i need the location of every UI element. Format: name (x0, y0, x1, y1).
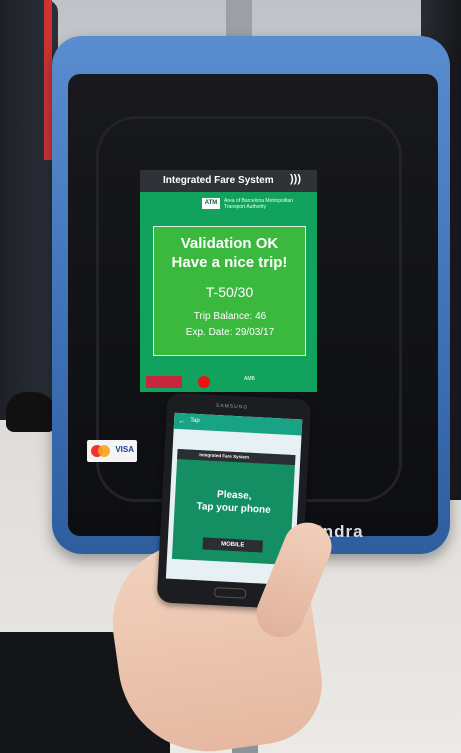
validation-result-box: Validation OK Have a nice trip! T-50/30 … (153, 226, 306, 356)
amb-logo: AMB (244, 376, 255, 382)
authority-name: Area of Barcelona Metropolitan Transport… (224, 198, 293, 210)
sponsor-logo (146, 376, 182, 388)
trip-balance: Trip Balance: 46 (193, 311, 267, 322)
lanyard (44, 0, 52, 160)
nfc-icon: ))) (290, 173, 301, 185)
tap-panel: Integrated Fare System Please, Tap your … (171, 448, 296, 566)
photo-scene: Indra VISA Integrated Fare System ))) AT… (0, 0, 461, 753)
app-bar: ← Tap (173, 412, 303, 436)
home-button[interactable] (213, 587, 247, 599)
phone-brand: SAMSUNG (215, 402, 249, 411)
back-arrow-icon[interactable]: ← (178, 416, 186, 425)
phone-panel-header: Integrated Fare System (177, 448, 296, 466)
ticket-type: T-50/30 (205, 284, 254, 300)
payment-card-logo: VISA (87, 440, 137, 462)
mobile-label: MOBILE (202, 537, 263, 553)
footer-logos: AMB (146, 376, 311, 390)
phone-panel-title: Integrated Fare System (199, 452, 250, 460)
screen-header-title: Integrated Fare System (163, 175, 274, 186)
greeting-message: Have a nice trip! (171, 254, 288, 271)
screen-header: Integrated Fare System ))) (140, 170, 317, 192)
validation-message: Validation OK (180, 235, 279, 252)
emblem-icon (198, 376, 210, 388)
atm-logo: ATM (202, 198, 220, 209)
mastercard-icon-overlap (98, 445, 110, 457)
app-title: Tap (189, 417, 200, 425)
shoe (6, 392, 56, 432)
validator-screen: Integrated Fare System ))) ATM Area of B… (140, 170, 317, 392)
visa-logo: VISA (115, 445, 134, 454)
expiry-date: Exp. Date: 29/03/17 (185, 327, 275, 338)
